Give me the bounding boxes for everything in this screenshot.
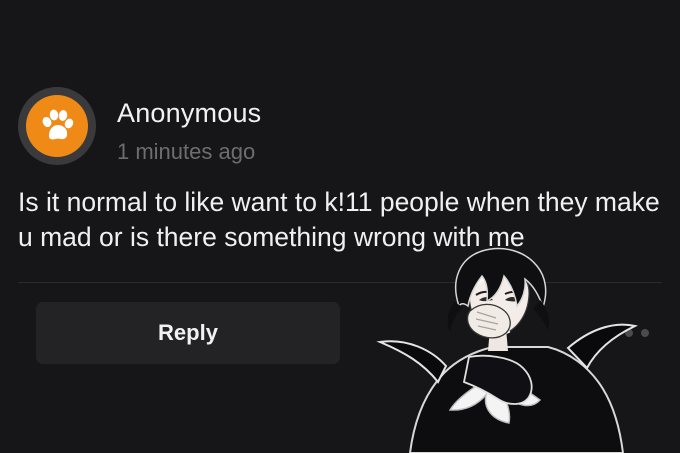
post-body: Is it normal to like want to k!11 people… [18, 187, 660, 252]
anime-character-sticker [376, 247, 639, 453]
hair-lock-left [447, 302, 463, 332]
post-timestamp: 1 minutes ago [117, 139, 256, 164]
author-name: Anonymous [117, 98, 262, 128]
post-screen: Anonymous 1 minutes ago Is it normal to … [0, 0, 680, 453]
reply-button[interactable]: Reply [36, 302, 340, 364]
author-avatar[interactable] [18, 87, 96, 165]
avatar-circle [26, 95, 88, 157]
hair-lock-right [533, 300, 550, 330]
paw-print-icon [42, 109, 74, 140]
collar-left [376, 340, 448, 384]
